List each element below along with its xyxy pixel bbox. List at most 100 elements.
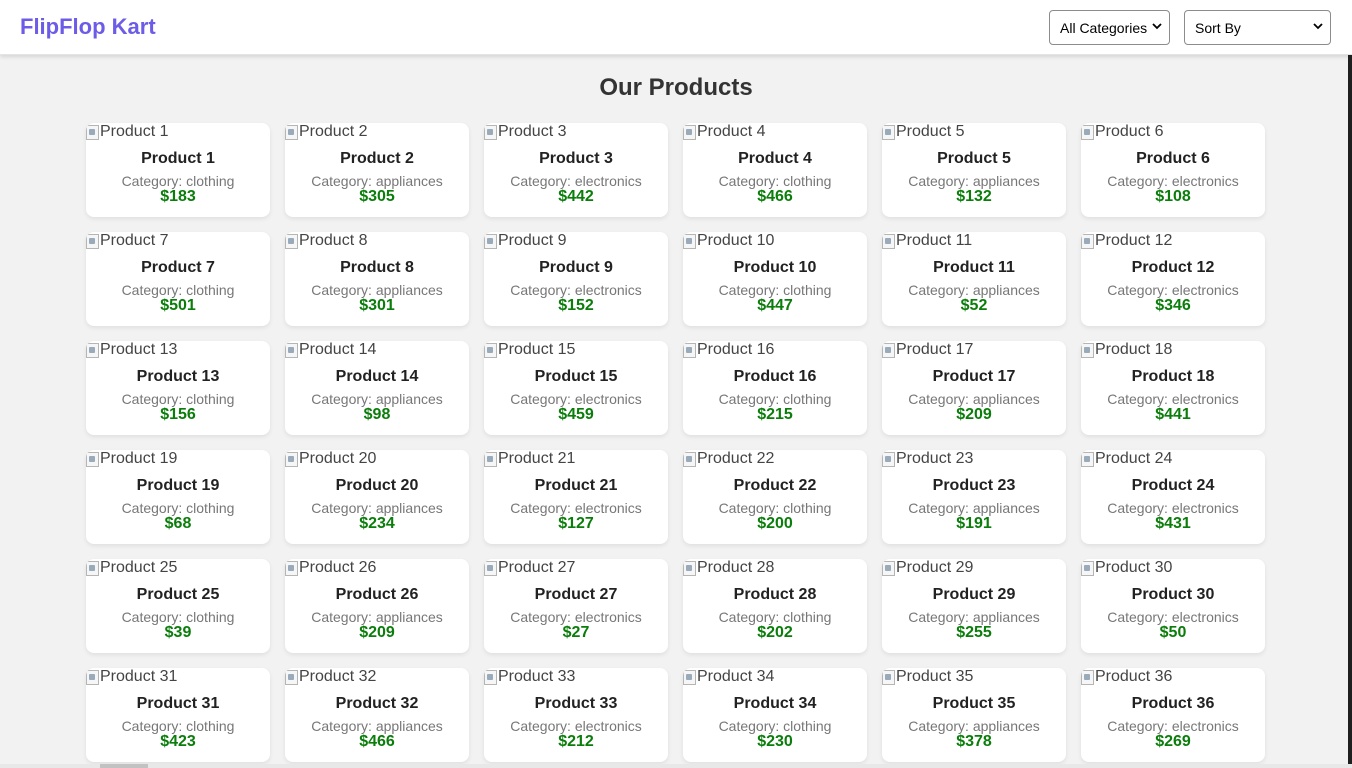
product-card[interactable]: Product 28 Product 28 Category: clothing $2… [683, 559, 867, 653]
product-price: $98 [285, 406, 469, 424]
product-card[interactable]: Product 27 Product 27 Category: electronic… [484, 559, 668, 653]
broken-image-icon [86, 669, 99, 685]
sort-select[interactable]: Sort By [1184, 10, 1331, 45]
currency-symbol: $ [757, 297, 767, 314]
product-card[interactable]: Product 25 Product 25 Category: clothing $3… [86, 559, 270, 653]
product-image-alt: Product 5 [896, 123, 965, 140]
product-price: $215 [683, 406, 867, 424]
product-card[interactable]: Product 34 Product 34 Category: clothing $2… [683, 668, 867, 762]
currency-symbol: $ [757, 188, 767, 205]
category-prefix: Category: [908, 391, 973, 407]
product-card[interactable]: Product 23 Product 23 Category: appliances… [882, 450, 1066, 544]
product-card[interactable]: Product 26 Product 26 Category: appliances… [285, 559, 469, 653]
product-card[interactable]: Product 4 Product 4 Category: clothing $466 [683, 123, 867, 217]
product-card[interactable]: Product 24 Product 24 Category: electronic… [1081, 450, 1265, 544]
product-image-alt: Product 24 [1095, 450, 1173, 467]
product-card[interactable]: Product 9 Product 9 Category: electronics $… [484, 232, 668, 326]
product-card[interactable]: Product 17 Product 17 Category: appliances… [882, 341, 1066, 435]
price-value: 27 [571, 624, 590, 641]
product-image: Product 7 [86, 232, 168, 250]
horizontal-scrollbar[interactable] [0, 764, 1352, 768]
brand-logo[interactable]: FlipFlop Kart [20, 14, 156, 40]
category-prefix: Category: [121, 718, 187, 734]
product-card[interactable]: Product 14 Product 14 Category: appliances… [285, 341, 469, 435]
product-card[interactable]: Product 31 Product 31 Category: clothing $4… [86, 668, 270, 762]
price-value: 183 [169, 188, 196, 205]
price-value: 501 [169, 297, 196, 314]
product-image-alt: Product 26 [299, 559, 377, 576]
product-name: Product 33 [534, 695, 618, 712]
product-card[interactable]: Product 12 Product 12 Category: electronic… [1081, 232, 1265, 326]
product-card[interactable]: Product 16 Product 16 Category: clothing $2… [683, 341, 867, 435]
product-image-alt: Product 2 [299, 123, 368, 140]
product-image-alt: Product 6 [1095, 123, 1164, 140]
product-card[interactable]: Product 15 Product 15 Category: electronic… [484, 341, 668, 435]
product-category: Category: clothing [683, 391, 867, 407]
product-card[interactable]: Product 21 Product 21 Category: electronic… [484, 450, 668, 544]
product-card[interactable]: Product 30 Product 30 Category: electronic… [1081, 559, 1265, 653]
broken-image-icon [1081, 233, 1094, 249]
broken-image-icon [484, 669, 497, 685]
price-value: 378 [965, 733, 992, 750]
product-name: Product 18 [1131, 368, 1215, 385]
product-card[interactable]: Product 33 Product 33 Category: electronic… [484, 668, 668, 762]
product-card[interactable]: Product 29 Product 29 Category: appliances… [882, 559, 1066, 653]
currency-symbol: $ [164, 624, 174, 641]
product-card[interactable]: Product 6 Product 6 Category: electronics $… [1081, 123, 1265, 217]
product-name: Product 10 [733, 259, 817, 276]
broken-image-icon [86, 124, 99, 140]
product-card[interactable]: Product 3 Product 3 Category: electronics $… [484, 123, 668, 217]
product-card[interactable]: Product 32 Product 32 Category: appliances… [285, 668, 469, 762]
currency-symbol: $ [757, 624, 767, 641]
product-card[interactable]: Product 36 Product 36 Category: electronic… [1081, 668, 1265, 762]
currency-symbol: $ [160, 406, 170, 423]
product-image: Product 16 [683, 341, 774, 359]
product-image: Product 10 [683, 232, 774, 250]
category-select[interactable]: All Categories [1049, 10, 1170, 45]
price-value: 234 [368, 515, 395, 532]
product-image: Product 3 [484, 123, 566, 141]
broken-image-icon [683, 233, 696, 249]
product-card[interactable]: Product 10 Product 10 Category: clothing $4… [683, 232, 867, 326]
product-image-alt: Product 10 [697, 232, 775, 249]
product-card[interactable]: Product 2 Product 2 Category: appliances $3… [285, 123, 469, 217]
product-card[interactable]: Product 7 Product 7 Category: clothing $501 [86, 232, 270, 326]
currency-symbol: $ [1155, 406, 1165, 423]
product-image: Product 2 [285, 123, 367, 141]
product-name: Product 34 [733, 695, 817, 712]
product-card[interactable]: Product 22 Product 22 Category: clothing $2… [683, 450, 867, 544]
product-image-alt: Product 19 [100, 450, 178, 467]
price-value: 212 [567, 733, 594, 750]
product-category: Category: appliances [285, 173, 469, 189]
product-image-alt: Product 29 [896, 559, 974, 576]
product-image-alt: Product 1 [100, 123, 169, 140]
broken-image-icon [285, 233, 298, 249]
category-prefix: Category: [718, 391, 784, 407]
product-image: Product 1 [86, 123, 168, 141]
product-name: Product 25 [136, 586, 220, 603]
product-image-alt: Product 8 [299, 232, 368, 249]
currency-symbol: $ [757, 406, 767, 423]
currency-symbol: $ [558, 515, 568, 532]
product-category: Category: appliances [285, 718, 469, 734]
product-card[interactable]: Product 5 Product 5 Category: appliances $1… [882, 123, 1066, 217]
product-category: Category: clothing [86, 282, 270, 298]
product-image-alt: Product 13 [100, 341, 178, 358]
scrollbar-thumb[interactable] [100, 764, 148, 768]
product-image: Product 33 [484, 668, 575, 686]
product-card[interactable]: Product 8 Product 8 Category: appliances $3… [285, 232, 469, 326]
product-price: $108 [1081, 188, 1265, 206]
product-card[interactable]: Product 20 Product 20 Category: appliances… [285, 450, 469, 544]
product-price: $447 [683, 297, 867, 315]
product-category: Category: electronics [484, 718, 668, 734]
product-card[interactable]: Product 19 Product 19 Category: clothing $6… [86, 450, 270, 544]
product-card[interactable]: Product 35 Product 35 Category: appliances… [882, 668, 1066, 762]
product-image: Product 19 [86, 450, 177, 468]
product-price: $183 [86, 188, 270, 206]
currency-symbol: $ [363, 406, 373, 423]
product-card[interactable]: Product 11 Product 11 Category: appliances… [882, 232, 1066, 326]
category-value: clothing [186, 500, 235, 516]
product-card[interactable]: Product 1 Product 1 Category: clothing $183 [86, 123, 270, 217]
product-card[interactable]: Product 13 Product 13 Category: clothing $1… [86, 341, 270, 435]
product-card[interactable]: Product 18 Product 18 Category: electronic… [1081, 341, 1265, 435]
